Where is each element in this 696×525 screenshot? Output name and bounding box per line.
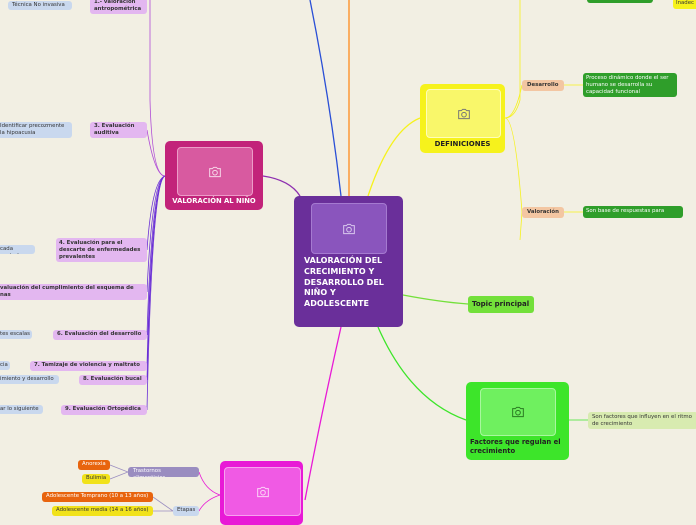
desarrollo-node[interactable]: Desarrollo bbox=[522, 80, 564, 91]
item-5-node[interactable]: valuación del cumplimiento del esquema d… bbox=[0, 284, 147, 300]
valoracion-detail: Son base de respuestas para bbox=[586, 208, 665, 214]
camera-icon bbox=[457, 108, 470, 119]
etapa-media-node[interactable]: Adolescente media (14 a 16 años) bbox=[52, 506, 153, 516]
central-topic[interactable]: VALORACIÓN DEL CRECIMIENTO Y DESARROLLO … bbox=[294, 196, 403, 327]
topic-principal-label: Topic principal bbox=[472, 300, 530, 308]
item-9-label: 9. Evaluación Ortopédica bbox=[65, 406, 141, 412]
desarrollo-detail: Proceso dinámico donde el ser humano se … bbox=[586, 75, 669, 95]
item-6-detail: tes escalas bbox=[0, 331, 30, 337]
item-4-label: 4. Evaluación para el descarte de enferm… bbox=[59, 240, 141, 260]
valoracion-node[interactable]: Valoración bbox=[522, 207, 564, 218]
valoracion-nino-photo-placeholder bbox=[177, 147, 253, 196]
definiciones-node[interactable]: DEFINICIONES bbox=[420, 84, 505, 153]
item-4-detail-node[interactable]: cada control bbox=[0, 245, 35, 254]
factores-photo-placeholder bbox=[480, 388, 556, 436]
camera-icon bbox=[512, 406, 524, 418]
camera-icon bbox=[209, 166, 221, 177]
camera-icon bbox=[343, 223, 355, 234]
item-3-detail: Identificar precozmente la hipoacusia bbox=[0, 123, 65, 136]
camera-icon bbox=[256, 486, 269, 497]
item-1-label: 1.- valoración antropométrica bbox=[94, 0, 142, 12]
definiciones-photo-placeholder bbox=[426, 89, 501, 138]
factores-node[interactable]: Factores que regulan el crecimiento bbox=[466, 382, 569, 460]
item-3-detail-node[interactable]: Identificar precozmente la hipoacusia bbox=[0, 122, 72, 138]
item-6-detail-node[interactable]: tes escalas bbox=[0, 330, 32, 339]
item-6-node[interactable]: 6. Evaluación del desarrollo bbox=[53, 330, 147, 340]
item-8-label: 8. Evaluación bucal bbox=[83, 376, 142, 382]
item-5-label: valuación del cumplimiento del esquema d… bbox=[0, 285, 134, 298]
etapa-temprano-label: Adolescente Temprano (10 a 13 años) bbox=[46, 493, 149, 499]
trastornos-node[interactable]: Trastornos alimenticios bbox=[128, 467, 199, 477]
item-4-detail: cada control bbox=[0, 246, 19, 254]
factores-detail: Son factores que influyen en el ritmo de… bbox=[592, 414, 692, 427]
item-9-node[interactable]: 9. Evaluación Ortopédica bbox=[61, 405, 147, 415]
anorexia-label: Anorexia bbox=[82, 461, 106, 467]
item-3-node[interactable]: 3. Evaluación auditiva bbox=[90, 122, 147, 138]
etapa-media-label: Adolescente media (14 a 16 años) bbox=[56, 507, 149, 513]
item-9-detail-node[interactable]: ar lo siguiente bbox=[0, 405, 43, 414]
definiciones-top-branch-stub[interactable] bbox=[587, 0, 653, 3]
valoracion-label: Valoración bbox=[527, 209, 559, 215]
item-1-node[interactable]: 1.- valoración antropométrica bbox=[90, 0, 147, 14]
adolescente-photo-placeholder bbox=[224, 467, 301, 516]
etapas-label: Etapas bbox=[177, 507, 196, 513]
desarrollo-detail-node[interactable]: Proceso dinámico donde el ser humano se … bbox=[583, 73, 677, 97]
item-9-detail: ar lo siguiente bbox=[0, 406, 39, 412]
valoracion-detail-node[interactable]: Son base de respuestas para bbox=[583, 206, 683, 218]
item-8-detail-node[interactable]: imiento y desarrollo bbox=[0, 375, 59, 384]
topic-principal-node[interactable]: Topic principal bbox=[468, 296, 534, 313]
factores-detail-node[interactable]: Son factores que influyen en el ritmo de… bbox=[588, 412, 696, 429]
item-7-label: 7. Tamizaje de violencia y maltrato bbox=[34, 362, 140, 368]
desarrollo-label: Desarrollo bbox=[527, 82, 559, 88]
central-title: VALORACIÓN DEL CRECIMIENTO Y DESARROLLO … bbox=[304, 256, 384, 309]
item-4-node[interactable]: 4. Evaluación para el descarte de enferm… bbox=[56, 238, 147, 262]
item-7-detail-node[interactable]: cia bbox=[0, 361, 10, 370]
etapas-node[interactable]: Etapas bbox=[173, 506, 199, 516]
item-3-label: 3. Evaluación auditiva bbox=[94, 123, 135, 136]
etapa-temprano-node[interactable]: Adolescente Temprano (10 a 13 años) bbox=[42, 492, 153, 502]
item-7-node[interactable]: 7. Tamizaje de violencia y maltrato bbox=[30, 361, 147, 371]
bulimia-node[interactable]: Bulimia bbox=[82, 474, 110, 484]
item-7-detail: cia bbox=[0, 362, 8, 368]
definiciones-title: DEFINICIONES bbox=[434, 140, 491, 148]
valoracion-nino-title: VALORACIÓN AL NIÑO bbox=[172, 197, 256, 205]
bulimia-label: Bulimia bbox=[86, 475, 107, 481]
adolescente-node[interactable] bbox=[220, 461, 303, 525]
definiciones-partial-right-label: Inadec bbox=[676, 0, 695, 6]
factores-title: Factores que regulan el crecimiento bbox=[470, 438, 561, 455]
item-6-label: 6. Evaluación del desarrollo bbox=[57, 331, 142, 337]
definiciones-partial-right-node[interactable]: Inadec bbox=[673, 0, 696, 9]
trastornos-label: Trastornos alimenticios bbox=[133, 468, 165, 477]
valoracion-nino-node[interactable]: VALORACIÓN AL NIÑO bbox=[165, 141, 263, 210]
item-1-detail: Técnica No invasiva bbox=[12, 2, 65, 8]
central-photo-placeholder bbox=[311, 203, 387, 254]
item-8-node[interactable]: 8. Evaluación bucal bbox=[79, 375, 147, 385]
item-1-detail-node[interactable]: Técnica No invasiva bbox=[8, 1, 72, 10]
item-8-detail: imiento y desarrollo bbox=[0, 376, 54, 382]
anorexia-node[interactable]: Anorexia bbox=[78, 460, 110, 470]
